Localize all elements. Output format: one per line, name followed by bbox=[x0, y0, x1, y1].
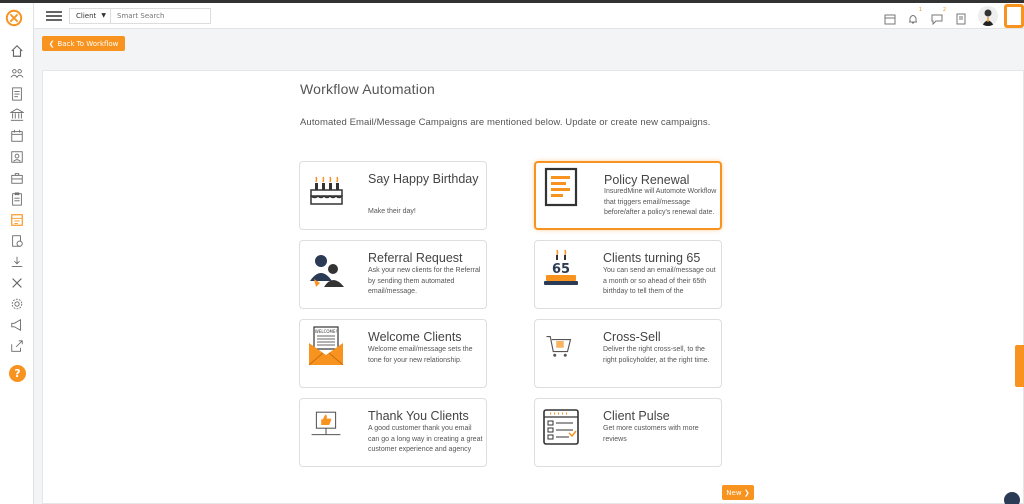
chat-icon[interactable]: 2 bbox=[931, 7, 946, 26]
card-title: Cross-Sell bbox=[603, 330, 661, 344]
briefcase-icon[interactable] bbox=[9, 170, 25, 186]
top-header: Client ▼ 1 2 bbox=[34, 3, 1024, 29]
card-title: Policy Renewal bbox=[604, 173, 690, 187]
document-list-icon[interactable] bbox=[9, 86, 25, 102]
card-cross-sell[interactable]: Cross-Sell Deliver the right cross-sell,… bbox=[534, 319, 722, 388]
card-client-pulse[interactable]: Client Pulse Get more customers with mor… bbox=[534, 398, 722, 467]
share-icon[interactable] bbox=[9, 338, 25, 354]
menu-hamburger-icon[interactable] bbox=[46, 11, 62, 21]
smart-search-input[interactable] bbox=[111, 8, 211, 24]
birthday-cake-icon bbox=[310, 176, 343, 205]
card-thank-you-clients[interactable]: Thank You Clients A good customer thank … bbox=[299, 398, 487, 467]
card-policy-renewal[interactable]: Policy Renewal InsuredMine will Automote… bbox=[534, 161, 722, 230]
cake-65-icon: 65 bbox=[544, 249, 578, 285]
card-desc: Welcome email/message sets the tone for … bbox=[368, 346, 473, 364]
home-icon[interactable] bbox=[9, 43, 25, 59]
tools-icon[interactable] bbox=[9, 275, 25, 291]
welcome-envelope-icon: WELCOME! bbox=[308, 326, 344, 365]
app-logo-icon[interactable] bbox=[5, 9, 23, 27]
card-referral-request[interactable]: Referral Request Ask your new clients fo… bbox=[299, 240, 487, 309]
referral-people-icon bbox=[310, 255, 344, 287]
welcome-sign: WELCOME! bbox=[315, 329, 337, 334]
card-title: Referral Request bbox=[368, 251, 463, 265]
sidebar: ? bbox=[0, 3, 34, 504]
chevron-left-icon: ❮ bbox=[48, 39, 55, 48]
card-desc: Deliver the right cross-sell, to the rig… bbox=[603, 346, 710, 364]
client-select[interactable]: Client ▼ bbox=[69, 8, 111, 24]
card-desc: You can send an email/message out a mont… bbox=[603, 267, 716, 295]
megaphone-icon[interactable] bbox=[9, 317, 25, 333]
download-icon[interactable] bbox=[9, 254, 25, 270]
brand-icon[interactable] bbox=[1004, 4, 1024, 28]
calendar-header-icon[interactable] bbox=[884, 10, 896, 25]
user-avatar[interactable] bbox=[978, 6, 998, 26]
forms-icon[interactable] bbox=[9, 233, 25, 249]
card-clients-turning-65[interactable]: 65 Clients turning 65 You can send an em… bbox=[534, 240, 722, 309]
feedback-tab[interactable] bbox=[1015, 345, 1024, 387]
contact-card-icon[interactable] bbox=[9, 149, 25, 165]
settings-gear-icon[interactable] bbox=[9, 296, 25, 312]
page-subtitle: Automated Email/Message Campaigns are me… bbox=[300, 117, 711, 128]
document-icon bbox=[544, 167, 578, 207]
chat-widget-icon[interactable] bbox=[1004, 492, 1020, 504]
calendar-icon[interactable] bbox=[9, 128, 25, 144]
back-to-workflow-button[interactable]: ❮ Back To Workflow bbox=[42, 36, 125, 51]
card-welcome-clients[interactable]: WELCOME! Welcome Clients Welcome email/m… bbox=[299, 319, 487, 388]
chevron-right-icon: ❯ bbox=[743, 488, 750, 497]
card-title: Say Happy Birthday bbox=[368, 172, 479, 186]
thumbs-up-icon bbox=[311, 411, 341, 436]
bell-icon[interactable]: 1 bbox=[907, 7, 922, 24]
clipboard-icon[interactable] bbox=[9, 191, 25, 207]
chat-badge: 2 bbox=[942, 7, 946, 13]
card-desc: Get more customers with more reviews bbox=[603, 425, 699, 443]
notification-badge: 1 bbox=[918, 7, 922, 13]
card-title: Thank You Clients bbox=[368, 409, 469, 423]
contacts-group-icon[interactable] bbox=[9, 65, 25, 81]
card-title: Client Pulse bbox=[603, 409, 670, 423]
card-say-happy-birthday[interactable]: Say Happy Birthday Make their day! bbox=[299, 161, 487, 230]
survey-form-icon bbox=[543, 409, 579, 445]
card-title: Clients turning 65 bbox=[603, 251, 701, 265]
card-desc: InsuredMine will Automote Workflow that … bbox=[604, 188, 717, 216]
card-title: Welcome Clients bbox=[368, 330, 462, 344]
cake-number: 65 bbox=[552, 262, 570, 277]
card-desc: A good customer thank you email can go a… bbox=[368, 425, 483, 453]
main-panel bbox=[42, 70, 1024, 504]
notes-icon[interactable] bbox=[955, 10, 967, 25]
bank-icon[interactable] bbox=[9, 107, 25, 123]
workflow-icon[interactable] bbox=[9, 212, 25, 228]
card-desc: Ask your new clients for the Referral by… bbox=[368, 267, 481, 295]
card-desc: Make their day! bbox=[368, 208, 416, 215]
help-icon[interactable]: ? bbox=[9, 365, 26, 382]
shopping-cart-icon bbox=[546, 335, 572, 357]
page-title: Workflow Automation bbox=[300, 81, 436, 97]
new-campaign-button[interactable]: New ❯ bbox=[722, 485, 754, 500]
caret-down-icon: ▼ bbox=[101, 12, 106, 19]
